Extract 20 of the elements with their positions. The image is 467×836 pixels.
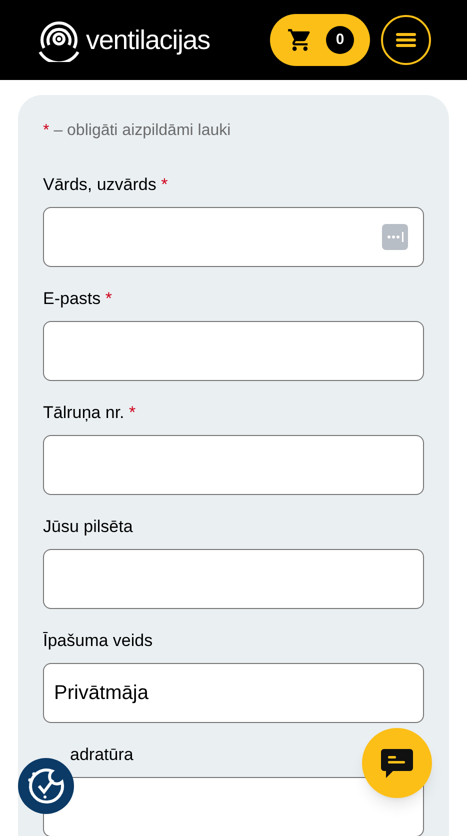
menu-icon	[396, 32, 416, 48]
input-field[interactable]	[43, 435, 424, 495]
menu-button[interactable]	[381, 15, 431, 65]
logo-text: ventilacijas	[86, 24, 210, 57]
field-label: Jūsu pilsēta	[43, 517, 133, 537]
input-field[interactable]	[43, 207, 424, 267]
input-field[interactable]: Privātmāja	[43, 663, 424, 723]
input-field[interactable]	[43, 549, 424, 609]
chat-icon	[380, 747, 414, 779]
required-note: * – obligāti aizpildāmi lauki	[43, 121, 232, 141]
input-field[interactable]	[43, 321, 424, 381]
input-field[interactable]	[43, 777, 424, 836]
field-label: adratūra	[70, 745, 134, 765]
field-label: Tālruņa nr. *	[43, 403, 136, 423]
cookie-check-icon	[26, 766, 66, 806]
cart-count: 0	[326, 26, 354, 54]
field-label: Vārds, uzvārds *	[43, 175, 168, 195]
cart-button[interactable]: 0	[270, 14, 370, 66]
field-label: E-pasts *	[43, 289, 112, 309]
field-label: Īpašuma veids	[43, 631, 153, 651]
